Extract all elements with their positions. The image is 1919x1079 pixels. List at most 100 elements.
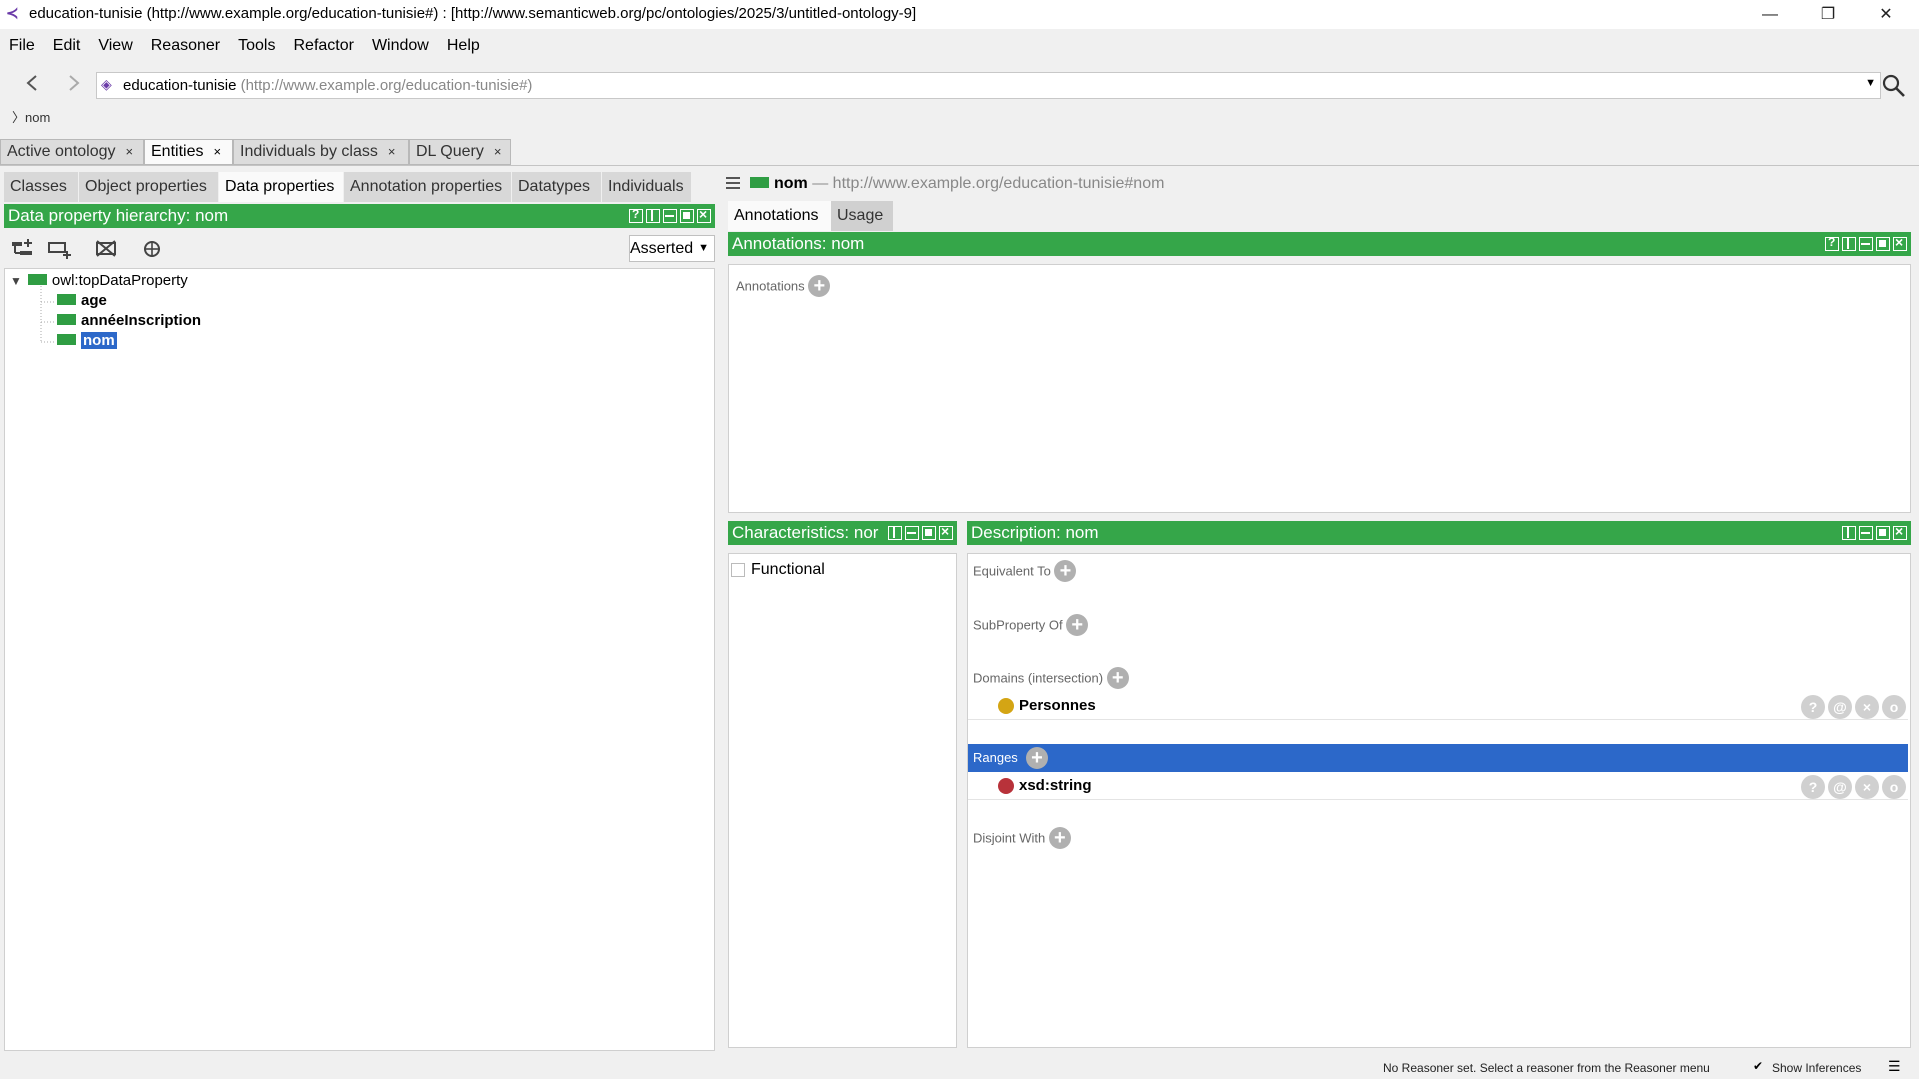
maximize-view-icon[interactable]	[1876, 526, 1890, 540]
entity-name: nom	[774, 175, 808, 192]
target-icon[interactable]	[141, 238, 167, 260]
annotate-button[interactable]: @	[1828, 695, 1852, 719]
domain-item: Personnes	[1019, 697, 1096, 714]
close-tab-icon[interactable]: ×	[494, 144, 502, 159]
tree-node-root[interactable]: ▼ owl:topDataProperty	[10, 272, 188, 292]
tab-usage[interactable]: Usage	[831, 201, 893, 231]
close-view-icon[interactable]	[697, 206, 711, 223]
minimize-view-icon[interactable]	[1859, 237, 1873, 251]
close-view-icon[interactable]	[1893, 523, 1907, 540]
tree-node-age[interactable]: age	[57, 292, 107, 312]
show-inferences-label: Show Inferences	[1772, 1061, 1862, 1075]
menu-tools[interactable]: Tools	[229, 33, 284, 55]
help-icon[interactable]	[1825, 235, 1839, 251]
edit-button[interactable]: o	[1882, 695, 1906, 719]
delete-button[interactable]: ×	[1855, 695, 1879, 719]
ontology-iri: (http://www.example.org/education-tunisi…	[240, 77, 533, 94]
close-tab-icon[interactable]: ×	[388, 144, 396, 159]
ontology-selector[interactable]: ◈ education-tunisie (http://www.example.…	[96, 72, 1881, 99]
minimize-view-icon[interactable]	[663, 209, 677, 223]
menu-help[interactable]: Help	[438, 33, 489, 55]
dropdown-arrow-icon: ▼	[698, 242, 709, 254]
tree-node-anneeinscription[interactable]: annéeInscription	[57, 312, 201, 332]
split-view-icon[interactable]	[646, 209, 660, 223]
add-disjoint-button[interactable]: +	[1048, 827, 1071, 849]
tab-dl-query[interactable]: DL Query ×	[409, 139, 511, 165]
status-bar: No Reasoner set. Select a reasoner from …	[0, 1054, 1919, 1079]
expand-triangle-icon[interactable]: ▼	[10, 274, 22, 288]
show-inferences-checkbox[interactable]: ✔	[1753, 1060, 1766, 1073]
tab-annotations[interactable]: Annotations	[728, 201, 831, 231]
explain-button[interactable]: ?	[1801, 695, 1825, 719]
add-subproperty-icon[interactable]	[10, 238, 36, 260]
maximize-view-icon[interactable]	[1876, 237, 1890, 251]
annotate-button[interactable]: @	[1828, 775, 1852, 799]
add-sibling-property-icon[interactable]	[47, 238, 73, 260]
dropdown-arrow-icon[interactable]: ▼	[1865, 77, 1876, 89]
minimize-view-icon[interactable]	[905, 526, 919, 540]
tab-object-properties[interactable]: Object properties	[79, 172, 218, 202]
data-property-icon	[750, 176, 769, 188]
annotations-label: Annotations +	[736, 275, 831, 297]
menu-window[interactable]: Window	[363, 33, 438, 55]
annotations-header: Annotations: nom	[728, 232, 1911, 256]
disjoint-with-section: Disjoint With +	[973, 827, 1071, 849]
class-icon	[998, 698, 1014, 714]
functional-checkbox[interactable]	[731, 563, 745, 577]
maximize-view-icon[interactable]	[922, 526, 936, 540]
hierarchy-mode-select[interactable]: Asserted ▼	[629, 235, 715, 262]
log-icon[interactable]: ☰	[1888, 1058, 1901, 1075]
minimize-button[interactable]: —	[1741, 0, 1799, 29]
menu-file[interactable]: File	[0, 33, 44, 55]
tree-node-nom[interactable]: nom	[57, 332, 117, 352]
menu-refactor[interactable]: Refactor	[284, 33, 362, 55]
menu-edit[interactable]: Edit	[44, 33, 90, 55]
tab-entities[interactable]: Entities ×	[144, 139, 233, 165]
menu-view[interactable]: View	[89, 33, 141, 55]
tab-annotation-properties[interactable]: Annotation properties	[344, 172, 511, 202]
data-property-icon	[57, 334, 76, 346]
add-domain-button[interactable]: +	[1106, 667, 1129, 689]
help-icon[interactable]	[629, 207, 643, 223]
edit-button[interactable]: o	[1882, 775, 1906, 799]
split-view-icon[interactable]	[1842, 237, 1856, 251]
data-property-icon	[57, 314, 76, 326]
functional-label: Functional	[751, 561, 825, 578]
close-tab-icon[interactable]: ×	[213, 144, 221, 159]
ranges-section-selected[interactable]: Ranges +	[968, 744, 1908, 772]
tab-datatypes[interactable]: Datatypes	[512, 172, 601, 202]
split-view-icon[interactable]	[1842, 526, 1856, 540]
close-view-icon[interactable]	[939, 523, 953, 540]
minimize-view-icon[interactable]	[1859, 526, 1873, 540]
explain-button[interactable]: ?	[1801, 775, 1825, 799]
search-icon[interactable]	[1882, 74, 1906, 98]
tab-individuals[interactable]: Individuals	[602, 172, 691, 202]
maximize-button[interactable]: ❐	[1799, 0, 1857, 29]
add-equivalent-button[interactable]: +	[1054, 560, 1077, 582]
delete-button[interactable]: ×	[1855, 775, 1879, 799]
add-range-button[interactable]: +	[1026, 747, 1048, 769]
close-window-button[interactable]: ✕	[1857, 0, 1915, 29]
tab-classes[interactable]: Classes	[4, 172, 78, 202]
range-item-row[interactable]: xsd:string ? @ × o	[968, 774, 1908, 800]
close-view-icon[interactable]	[1893, 234, 1907, 251]
menu-reasoner[interactable]: Reasoner	[142, 33, 229, 55]
delete-property-icon[interactable]	[94, 238, 120, 260]
tab-active-ontology[interactable]: Active ontology ×	[0, 139, 144, 165]
back-button[interactable]	[24, 73, 40, 96]
split-view-icon[interactable]	[888, 526, 902, 540]
maximize-view-icon[interactable]	[680, 209, 694, 223]
breadcrumb[interactable]: 〉nom	[12, 107, 50, 126]
tab-data-properties[interactable]: Data properties	[219, 172, 343, 202]
add-superproperty-button[interactable]: +	[1066, 614, 1089, 636]
tab-divider	[0, 165, 1919, 166]
close-tab-icon[interactable]: ×	[126, 144, 134, 159]
entity-header: nom — http://www.example.org/education-t…	[750, 175, 1164, 193]
domain-item-row[interactable]: Personnes ? @ × o	[968, 694, 1908, 720]
hamburger-menu-icon[interactable]	[724, 174, 742, 192]
forward-button[interactable]	[66, 73, 82, 96]
equivalent-to-section: Equivalent To +	[973, 560, 1077, 582]
characteristics-panel	[728, 553, 957, 1048]
add-annotation-button[interactable]: +	[808, 275, 831, 297]
tab-individuals-by-class[interactable]: Individuals by class ×	[233, 139, 409, 165]
